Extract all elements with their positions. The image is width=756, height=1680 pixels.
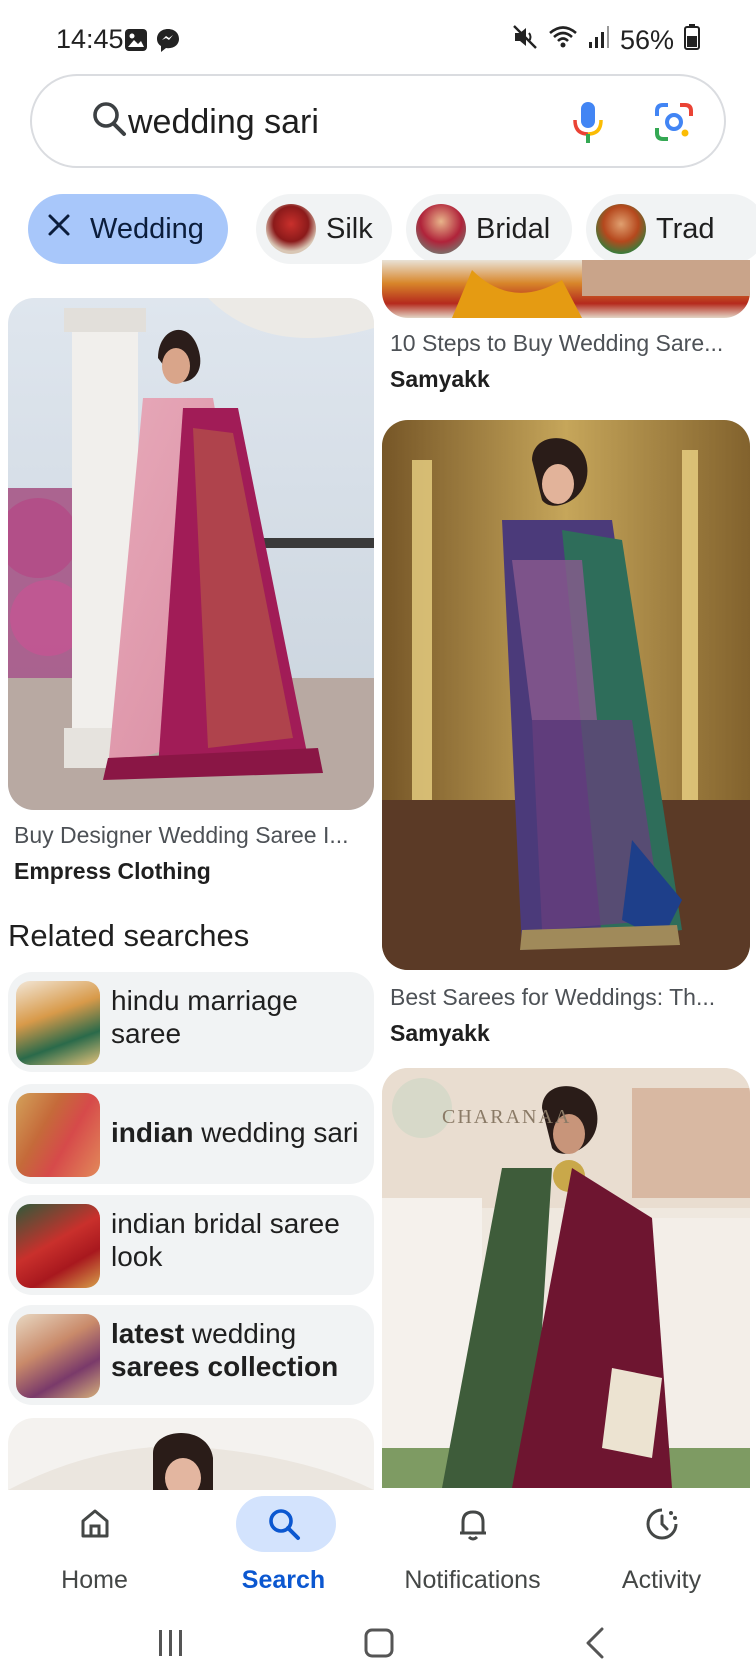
related-search-item[interactable]: indian wedding sari	[8, 1084, 374, 1184]
search-icon	[189, 1506, 378, 1547]
result-image[interactable]	[382, 420, 750, 970]
query-part: latest	[111, 1318, 185, 1349]
search-box[interactable]	[30, 74, 726, 168]
bottom-nav: Home Search Notifications Activity	[0, 1490, 756, 1600]
related-searches-heading: Related searches	[8, 918, 250, 953]
result-image[interactable]	[8, 298, 374, 810]
nav-notifications[interactable]: Notifications	[378, 1490, 567, 1600]
result-source[interactable]: Empress Clothing	[14, 858, 211, 885]
nav-label: Search	[241, 1566, 326, 1594]
result-image[interactable]	[382, 260, 750, 318]
status-time: 14:45	[56, 24, 124, 54]
result-image[interactable]: CHARANAA	[382, 1068, 750, 1488]
nav-label: Home	[61, 1566, 128, 1594]
nav-home[interactable]: Home	[0, 1490, 189, 1600]
signal-icon	[588, 25, 610, 56]
recents-button[interactable]	[156, 1628, 186, 1663]
related-search-text: hindu marriage saree	[111, 984, 361, 1050]
related-search-thumbnail	[16, 1314, 100, 1398]
home-button[interactable]	[364, 1628, 394, 1663]
chip-thumbnail	[596, 204, 646, 254]
nav-search[interactable]: Search	[189, 1490, 378, 1600]
query-part: sarees collection	[111, 1351, 339, 1382]
related-search-thumbnail	[16, 1204, 100, 1288]
status-right: 56%	[512, 24, 700, 57]
query-part: wedding sari	[193, 1117, 359, 1148]
back-button[interactable]	[582, 1626, 606, 1665]
bell-icon	[378, 1506, 567, 1547]
mic-icon[interactable]	[572, 100, 604, 151]
chip-label: Wedding	[90, 212, 204, 245]
related-search-text: indian wedding sari	[111, 1116, 361, 1149]
chip-label: Bridal	[476, 212, 551, 245]
home-icon	[0, 1506, 189, 1545]
chip-silk[interactable]: Silk	[256, 194, 392, 264]
messenger-icon	[156, 28, 180, 59]
related-search-text: latest wedding sarees collection	[111, 1317, 361, 1383]
battery-icon	[684, 24, 700, 57]
related-search-item[interactable]: latest wedding sarees collection	[8, 1305, 374, 1405]
chip-label: Silk	[326, 212, 373, 245]
watermark: CHARANAA	[442, 1106, 572, 1128]
related-search-text: indian bridal saree look	[111, 1207, 361, 1273]
search-icon[interactable]	[90, 98, 130, 147]
gallery-icon	[124, 28, 148, 57]
result-image[interactable]	[8, 1418, 374, 1490]
query-part: wedding	[184, 1318, 297, 1349]
nav-activity[interactable]: Activity	[567, 1490, 756, 1600]
status-bar: 14:45 56%	[0, 0, 756, 80]
query-part: hindu marriage saree	[111, 985, 298, 1049]
chip-label: Trad	[656, 212, 715, 245]
nav-label: Notifications	[404, 1566, 541, 1594]
chip-thumbnail	[266, 204, 316, 254]
system-nav-bar	[0, 1600, 756, 1680]
query-part: indian bridal saree look	[111, 1208, 340, 1272]
query-part: indian	[111, 1117, 194, 1148]
filter-chips: Wedding Silk Bridal Trad	[0, 194, 756, 266]
activity-icon	[567, 1506, 756, 1547]
result-source[interactable]: Samyakk	[390, 366, 490, 393]
nav-label: Activity	[621, 1566, 702, 1594]
related-search-thumbnail	[16, 981, 100, 1065]
result-title[interactable]: Buy Designer Wedding Saree I...	[14, 822, 370, 849]
chip-bridal[interactable]: Bridal	[406, 194, 572, 264]
wifi-icon	[548, 25, 578, 56]
close-icon[interactable]	[46, 212, 72, 246]
result-title[interactable]: 10 Steps to Buy Wedding Sare...	[390, 330, 740, 357]
result-title[interactable]: Best Sarees for Weddings: Th...	[390, 984, 740, 1011]
chip-thumbnail	[416, 204, 466, 254]
mute-icon	[512, 24, 538, 57]
result-source[interactable]: Samyakk	[390, 1020, 490, 1047]
lens-icon[interactable]	[654, 102, 694, 147]
related-search-thumbnail	[16, 1093, 100, 1177]
search-input[interactable]	[128, 98, 528, 146]
related-search-item[interactable]: hindu marriage saree	[8, 972, 374, 1072]
chip-wedding[interactable]: Wedding	[28, 194, 228, 264]
battery-percent: 56%	[619, 25, 674, 55]
chip-trad[interactable]: Trad	[586, 194, 756, 264]
related-search-item[interactable]: indian bridal saree look	[8, 1195, 374, 1295]
